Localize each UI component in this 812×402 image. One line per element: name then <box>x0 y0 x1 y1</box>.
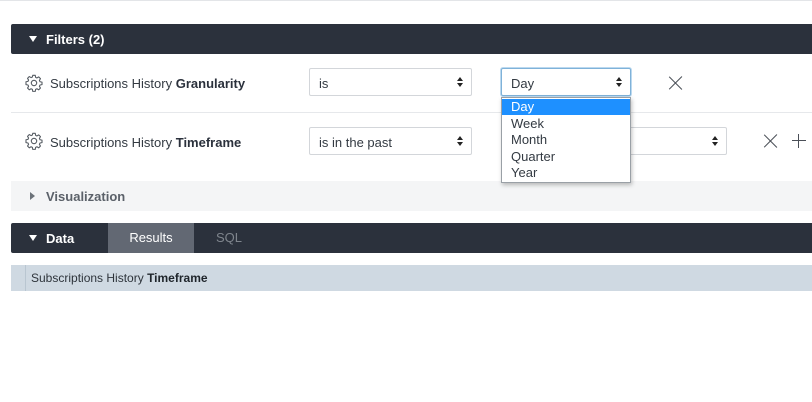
select-arrows-icon <box>616 77 622 89</box>
column-field-name: Timeframe <box>147 271 208 285</box>
tab-sql[interactable]: SQL <box>204 223 254 253</box>
filter-operator-select[interactable]: is <box>309 68 472 96</box>
column-header-label: Subscriptions History Timeframe <box>31 271 208 285</box>
row-number-column <box>11 265 26 291</box>
column-view-name: Subscriptions History <box>31 271 144 285</box>
filter-field-name: Timeframe <box>175 135 242 150</box>
top-divider <box>0 0 812 1</box>
collapse-triangle-icon <box>29 235 37 241</box>
filter-field-label: Subscriptions History Granularity <box>50 76 245 91</box>
expand-triangle-icon <box>30 192 35 200</box>
select-arrows-icon <box>457 136 463 148</box>
results-column-header[interactable]: Subscriptions History Timeframe <box>11 265 812 291</box>
dropdown-option-day[interactable]: Day <box>502 99 630 115</box>
filter-field-view: Subscriptions History <box>50 76 173 91</box>
visualization-label: Visualization <box>46 189 126 204</box>
filter-value: Day <box>511 76 535 91</box>
granularity-dropdown-list[interactable]: Day Week Month Quarter Year <box>501 97 631 183</box>
dropdown-option-quarter[interactable]: Quarter <box>502 149 630 165</box>
remove-filter-close-icon[interactable] <box>668 75 684 91</box>
select-arrows-icon <box>712 136 718 148</box>
filter-operator-select[interactable]: is in the past <box>309 127 472 155</box>
dropdown-option-year[interactable]: Year <box>502 165 630 181</box>
dropdown-option-month[interactable]: Month <box>502 132 630 148</box>
filters-section-title: Filters (2) <box>46 32 105 47</box>
filter-field-view: Subscriptions History <box>50 135 173 150</box>
filter-row-timeframe: Subscriptions History Timeframe is in th… <box>11 127 812 157</box>
tab-results[interactable]: Results <box>108 223 194 253</box>
data-section-header[interactable]: Data Results SQL <box>11 223 812 253</box>
visualization-section-header[interactable]: Visualization <box>11 181 812 211</box>
collapse-triangle-icon <box>29 36 37 42</box>
row-divider <box>11 112 812 113</box>
dropdown-option-week[interactable]: Week <box>502 116 630 132</box>
filter-value-select[interactable]: Day <box>501 68 631 96</box>
operator-value: is in the past <box>319 135 392 150</box>
add-filter-plus-icon[interactable] <box>792 134 806 148</box>
filter-field-label: Subscriptions History Timeframe <box>50 135 241 150</box>
filters-section-header[interactable]: Filters (2) <box>11 24 812 54</box>
select-arrows-icon <box>457 77 463 89</box>
gear-icon[interactable] <box>25 74 43 92</box>
filter-field-name: Granularity <box>175 76 246 91</box>
operator-value: is <box>319 76 329 91</box>
data-section-title: Data <box>46 231 75 246</box>
filter-row-granularity: Subscriptions History Granularity is Day <box>11 68 812 98</box>
remove-filter-close-icon[interactable] <box>763 133 779 149</box>
gear-icon[interactable] <box>25 132 43 150</box>
